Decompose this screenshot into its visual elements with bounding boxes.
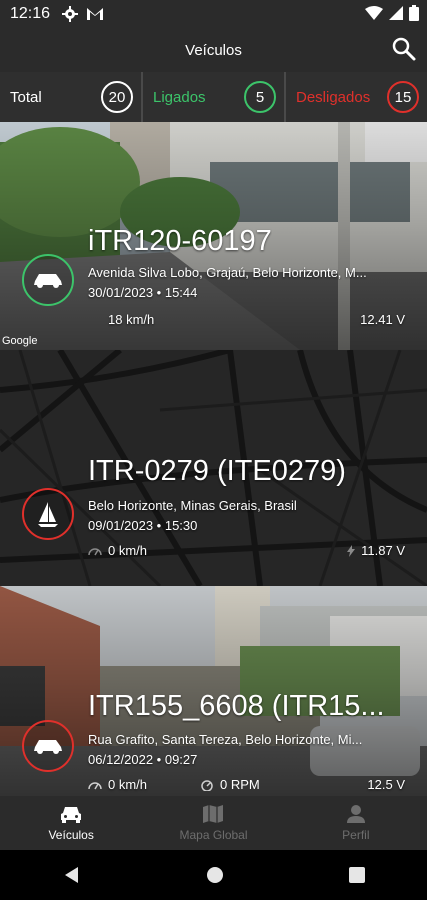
vehicle-speed-value: 18 km/h (108, 312, 155, 327)
vehicle-title: ITR-0279 (ITE0279) (88, 455, 346, 487)
counter-desligados[interactable]: Desligados 15 (284, 72, 427, 122)
vehicle-datetime: 09/01/2023 • 15:30 (88, 518, 198, 533)
status-counters: Total 20 Ligados 5 Desligados 15 (0, 72, 427, 122)
vehicle-voltage-value: 12.5 V (367, 777, 405, 792)
vehicle-status-badge (22, 488, 74, 540)
nav-veiculos[interactable]: Veículos (0, 796, 142, 850)
nav-mapa-global-label: Mapa Global (179, 828, 248, 842)
car-icon (61, 807, 82, 823)
vehicle-title: ITR155_6608 (ITR15... (88, 690, 385, 722)
vehicle-rpm-value: 0 RPM (220, 777, 260, 792)
signal-icon (389, 6, 403, 20)
nav-mapa-global[interactable]: Mapa Global (142, 796, 284, 850)
vehicle-address: Avenida Silva Lobo, Grajaú, Belo Horizon… (88, 265, 367, 280)
status-time: 12:16 (10, 5, 51, 22)
vehicle-title: iTR120-60197 (88, 225, 272, 257)
app-bar: Veículos (0, 28, 427, 72)
vehicle-address: Belo Horizonte, Minas Gerais, Brasil (88, 498, 297, 513)
vehicle-speed: 18 km/h (108, 312, 154, 327)
settings-icon (62, 6, 79, 22)
wifi-icon (365, 6, 383, 20)
battery-icon (409, 5, 419, 21)
google-watermark: Google (2, 335, 38, 347)
sailboat-icon (38, 502, 58, 527)
back-icon[interactable] (63, 866, 81, 884)
vehicle-speed: 0 km/h (88, 543, 147, 558)
counter-desligados-label: Desligados (296, 88, 371, 106)
counter-ligados-badge: 5 (244, 81, 276, 113)
recents-icon[interactable] (348, 867, 365, 883)
search-icon[interactable] (391, 36, 417, 62)
vehicle-voltage-value: 11.87 V (361, 543, 405, 558)
vehicle-speed-value: 0 km/h (108, 777, 148, 792)
counter-desligados-badge: 15 (387, 81, 419, 113)
nav-perfil-label: Perfil (342, 828, 370, 842)
vehicle-status-badge (22, 720, 74, 772)
speedometer-icon (88, 781, 102, 789)
vehicle-voltage: 12.41 V (360, 312, 405, 327)
vehicle-datetime: 06/12/2022 • 09:27 (88, 752, 198, 767)
counter-ligados[interactable]: Ligados 5 (141, 72, 284, 122)
vehicle-voltage-value: 12.41 V (360, 312, 405, 327)
vehicle-speed-value: 0 km/h (108, 543, 148, 558)
nav-veiculos-label: Veículos (48, 828, 94, 842)
vehicle-speed: 0 km/h (88, 777, 147, 792)
counter-total-label: Total (10, 88, 42, 106)
counter-total[interactable]: Total 20 (0, 72, 141, 122)
system-navigation (0, 850, 427, 900)
vehicle-card[interactable]: iTR120-60197 Avenida Silva Lobo, Grajaú,… (0, 122, 427, 350)
home-icon[interactable] (206, 866, 224, 884)
gmail-icon (87, 8, 104, 20)
car-icon (34, 274, 62, 288)
vehicle-address: Rua Grafito, Santa Tereza, Belo Horizont… (88, 732, 363, 747)
counter-total-badge: 20 (101, 81, 133, 113)
speedometer-icon (88, 547, 102, 555)
person-icon (346, 805, 365, 823)
vehicle-voltage: 12.5 V (367, 777, 405, 792)
page-title: Veículos (185, 42, 242, 59)
vehicle-rpm: 0 RPM (200, 777, 260, 792)
bottom-navigation: Veículos Mapa Global Perfil (0, 796, 427, 850)
car-icon (34, 740, 62, 754)
bolt-icon (347, 544, 356, 557)
vehicle-voltage: 11.87 V (347, 543, 405, 558)
vehicle-card[interactable]: ITR155_6608 (ITR15... Rua Grafito, Santa… (0, 586, 427, 796)
map-icon (203, 805, 224, 823)
gauge-icon (201, 779, 213, 791)
vehicle-card[interactable]: ITR-0279 (ITE0279) Belo Horizonte, Minas… (0, 350, 427, 586)
vehicle-status-badge (22, 254, 74, 306)
vehicle-datetime: 30/01/2023 • 15:44 (88, 285, 198, 300)
counter-ligados-label: Ligados (153, 88, 206, 106)
nav-perfil[interactable]: Perfil (285, 796, 427, 850)
status-bar: 12:16 (0, 0, 427, 28)
